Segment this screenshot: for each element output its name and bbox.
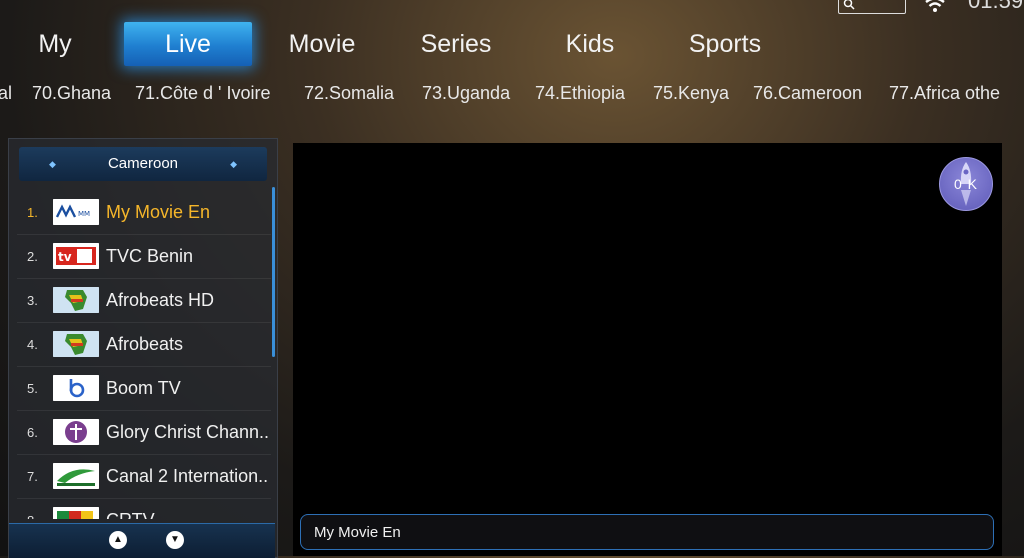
- tab-series[interactable]: Series: [406, 22, 506, 66]
- wifi-icon: [925, 0, 945, 12]
- status-bar: 01:59: [0, 0, 1024, 14]
- channel-row[interactable]: 4. Afrobeats: [17, 323, 271, 367]
- tab-live[interactable]: Live: [124, 22, 252, 66]
- country-item[interactable]: 72.Somalia: [304, 78, 394, 108]
- channel-row[interactable]: 3. Afrobeats HD: [17, 279, 271, 323]
- channel-name: My Movie En: [106, 202, 211, 222]
- group-selector[interactable]: ◆ Cameroon ◆: [19, 147, 267, 181]
- channel-row[interactable]: 1. MM My Movie En: [17, 191, 271, 235]
- main-tabs: My Live Movie Series Kids Sports: [0, 22, 1024, 68]
- channel-number: 5.: [27, 381, 38, 396]
- page-down-button[interactable]: ▼: [166, 531, 184, 549]
- channel-number: 6.: [27, 425, 38, 440]
- channel-row[interactable]: 2. tv TVC Benin: [17, 235, 271, 279]
- channel-row[interactable]: 8. CRTV: [17, 499, 271, 519]
- channel-number: 7.: [27, 469, 38, 484]
- channel-name: Afrobeats: [106, 334, 184, 354]
- search-icon: [843, 0, 855, 10]
- svg-text:tv: tv: [58, 250, 72, 264]
- channel-row[interactable]: 6. Glory Christ Chann..: [17, 411, 271, 455]
- group-title: Cameroon: [107, 155, 179, 172]
- channel-name: Boom TV: [106, 378, 181, 398]
- country-item[interactable]: 76.Cameroon: [753, 78, 862, 108]
- channel-number: 8.: [27, 499, 53, 519]
- channel-logo: tv: [53, 243, 99, 269]
- country-strip: al 70.Ghana 71.Côte d ' Ivoire 72.Somali…: [0, 78, 1024, 108]
- now-playing-bar: My Movie En: [300, 514, 994, 550]
- channel-name: Canal 2 Internation..: [106, 466, 269, 486]
- country-item[interactable]: 75.Kenya: [653, 78, 729, 108]
- video-player[interactable]: 0 K My Movie En: [293, 143, 1002, 556]
- country-item[interactable]: 71.Côte d ' Ivoire: [135, 78, 271, 108]
- channel-number: 2.: [27, 249, 38, 264]
- channel-panel: ◆ Cameroon ◆ 1. MM My Movie En 2. tv TVC…: [8, 138, 278, 558]
- tab-kids[interactable]: Kids: [550, 22, 630, 66]
- channel-list: 1. MM My Movie En 2. tv TVC Benin 3. Afr…: [9, 191, 277, 519]
- channel-logo: [53, 375, 99, 401]
- tab-my[interactable]: My: [18, 22, 92, 66]
- clock: 01:59: [968, 0, 1024, 13]
- channel-name: Glory Christ Chann..: [106, 422, 270, 442]
- svg-text:MM: MM: [78, 210, 90, 218]
- channel-logo: MM: [53, 199, 99, 225]
- channel-row[interactable]: 5. Boom TV: [17, 367, 271, 411]
- network-speed-indicator: 0 K: [939, 157, 993, 211]
- chevron-right-icon[interactable]: ◆: [230, 147, 237, 181]
- channel-logo: [53, 507, 99, 519]
- search-button[interactable]: [838, 0, 906, 14]
- country-item[interactable]: 70.Ghana: [32, 78, 111, 108]
- country-item[interactable]: 77.Africa othe: [889, 78, 1000, 108]
- country-item[interactable]: al: [0, 78, 12, 108]
- channel-list-footer: ▲ ▼: [9, 523, 275, 558]
- channel-row[interactable]: 7. Canal 2 Internation..: [17, 455, 271, 499]
- country-item[interactable]: 74.Ethiopia: [535, 78, 625, 108]
- channel-number: 3.: [27, 293, 38, 308]
- channel-number: 4.: [27, 337, 38, 352]
- channel-number: 1.: [27, 205, 38, 220]
- channel-name: TVC Benin: [106, 246, 194, 266]
- chevron-left-icon[interactable]: ◆: [49, 147, 56, 181]
- country-item[interactable]: 73.Uganda: [422, 78, 510, 108]
- channel-list-scrollbar[interactable]: [272, 187, 275, 357]
- tab-sports[interactable]: Sports: [676, 22, 774, 66]
- channel-logo: [53, 419, 99, 445]
- channel-logo: [53, 463, 99, 489]
- tab-movie[interactable]: Movie: [274, 22, 370, 66]
- channel-name: CRTV: [106, 499, 274, 519]
- channel-name: Afrobeats HD: [106, 290, 215, 310]
- channel-logo: [53, 331, 99, 357]
- channel-logo: [53, 287, 99, 313]
- network-speed-value: 0 K: [953, 176, 978, 192]
- page-up-button[interactable]: ▲: [109, 531, 127, 549]
